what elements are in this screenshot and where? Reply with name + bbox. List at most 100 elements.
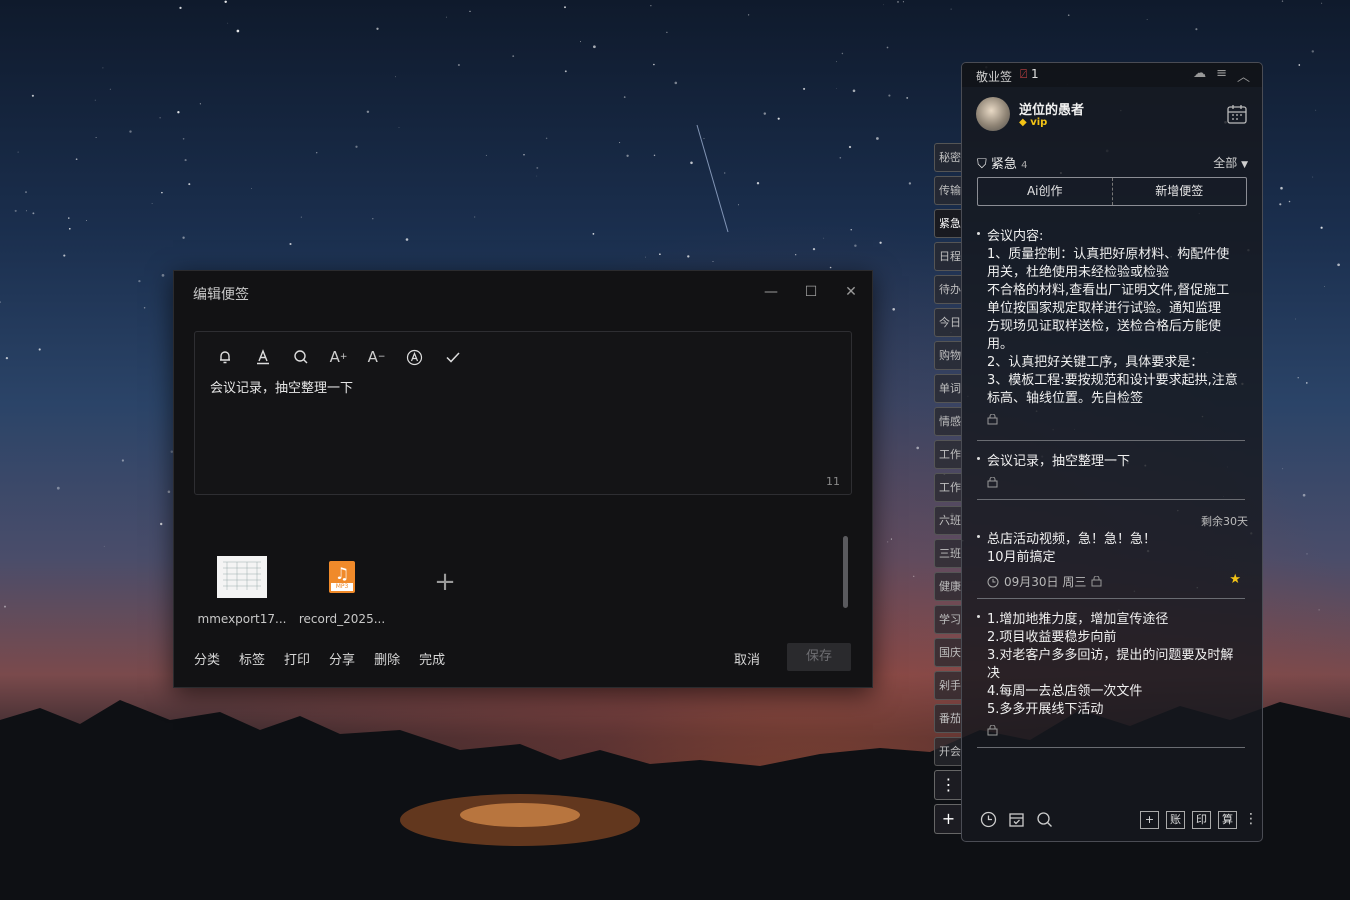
note-date: 09月30日 周三 [1004,575,1087,589]
star-icon[interactable]: ★ [1229,572,1241,587]
calendar-icon[interactable] [1226,103,1248,125]
font-decrease-icon[interactable]: A − [365,346,388,368]
panel-top-icons: ☁ ≡ ︿ [1193,66,1250,85]
tab-tomato[interactable]: 番茄 [934,704,962,733]
notification-icon: ⍁ [1020,67,1028,81]
note-body: 1.增加地推力度，增加宣传途径 2.项目收益要稳步向前 3.对老客户多多回访，提… [987,611,1245,719]
more-vertical-icon[interactable]: ⋮ [1244,811,1258,827]
panel-bottom-bar: + 账 印 算 ⋮ [962,801,1262,841]
category-name: 紧急 [990,157,1017,172]
more-vertical-icon[interactable]: ⋮ [934,770,962,800]
current-category[interactable]: ⛉ 紧急 4 [977,153,1027,172]
lock-icon[interactable] [987,476,998,488]
tag-button[interactable]: 标签 [239,649,265,668]
note-item[interactable]: 1.增加地推力度，增加宣传途径 2.项目收益要稳步向前 3.对老客户多多回访，提… [977,611,1245,748]
note-line: 2、认真把好关键工序，具体要求是： [987,355,1204,370]
note-editor[interactable]: A + A − 会议记录，抽空整理一下 11 [194,331,852,495]
tab-shopping[interactable]: 购物 [934,341,962,370]
accounting-button[interactable]: 账 [1166,811,1185,829]
tab-emotion[interactable]: 情感 [934,407,962,436]
tab-work-2[interactable]: 工作 [934,473,962,502]
search-icon[interactable] [1036,811,1053,828]
maximize-icon[interactable]: ☐ [799,281,823,303]
minimize-icon[interactable]: — [759,281,783,303]
calculator-button[interactable]: 算 [1218,811,1237,829]
share-button[interactable]: 分享 [329,649,355,668]
cloud-sync-icon[interactable]: ☁ [1193,66,1206,85]
tab-words[interactable]: 单词 [934,374,962,403]
cancel-button[interactable]: 取消 [734,649,760,668]
app-name: 敬业签 [976,70,1013,84]
bullet [977,615,980,618]
text-style-icon[interactable] [403,346,426,368]
print-button[interactable]: 打印 [284,649,310,668]
close-icon[interactable]: ✕ [839,281,863,303]
new-note-button[interactable]: 新增便签 [1113,178,1247,205]
filter-label: 全部 [1213,156,1238,170]
notification-count: 1 [1031,67,1039,81]
menu-icon[interactable]: ≡ [1216,66,1227,85]
note-item[interactable]: 总店活动视频，急！急！急！ 10月前搞定 09月30日 周三 ★ [977,531,1245,599]
note-item[interactable]: 会议内容: 1、质量控制：认真把好原材料、构配件使 用关，杜绝使用未经检验或检验… [977,228,1245,441]
avatar[interactable] [976,97,1010,131]
lock-icon[interactable] [987,724,998,736]
check-icon[interactable] [441,346,464,368]
user-name: 逆位的愚者 [1019,103,1085,118]
save-button[interactable]: 保存 [787,643,851,671]
text-color-icon[interactable] [251,346,274,368]
lock-icon[interactable] [1091,576,1102,587]
panel-title-bar[interactable]: 敬业签 ⍁ 1 ☁ ≡ ︿ [962,63,1262,87]
tab-transfer[interactable]: 传输 [934,176,962,205]
note-line: 3、模板工程:要按规范和设计要求起拱,注意 [987,373,1238,388]
note-line: 标高、轴线位置。先自检签 [987,391,1144,406]
search-icon[interactable] [289,346,312,368]
edit-note-window: 编辑便签 — ☐ ✕ A + A − 会议记录，抽空整理一下 11 mmexpo… [173,270,873,688]
ai-create-button[interactable]: Ai创作 [978,178,1113,205]
note-line: 不合格的材料,查看出厂证明文件,督促施工 [987,283,1230,298]
category-count: 4 [1021,160,1028,171]
note-line: 5.多多开展线下活动 [987,702,1104,717]
tab-work-1[interactable]: 工作 [934,440,962,469]
add-category-button[interactable]: + [934,804,962,834]
tab-secret[interactable]: 秘密 [934,143,962,172]
chevron-down-icon: ▼ [1241,160,1248,170]
tab-schedule[interactable]: 日程 [934,242,962,271]
collapse-icon[interactable]: ︿ [1237,66,1250,85]
complete-button[interactable]: 完成 [419,649,445,668]
add-button[interactable]: + [1140,811,1159,829]
tab-today[interactable]: 今日 [934,308,962,337]
scrollbar[interactable] [843,536,848,608]
tab-health[interactable]: 健康 [934,572,962,601]
filter-dropdown[interactable]: 全部 ▼ [1213,154,1248,171]
tab-meeting[interactable]: 开会 [934,737,962,766]
note-line: 10月前搞定 [987,550,1056,565]
bottom-icons [980,811,1053,828]
note-line: 1、质量控制：认真把好原材料、构配件使 [987,247,1230,262]
audio-file-icon: ♫ MP3 [329,561,355,593]
tab-class-three[interactable]: 三班 [934,539,962,568]
category-button[interactable]: 分类 [194,649,220,668]
font-increase-icon[interactable]: A + [327,346,350,368]
clock-icon[interactable] [980,811,997,828]
attachment-audio[interactable]: ♫ MP3 record_2025... [297,556,387,626]
tab-todo[interactable]: 待办 [934,275,962,304]
tab-national-day[interactable]: 国庆 [934,638,962,667]
calendar-box-icon[interactable] [1008,811,1025,828]
note-line: 单位按国家规定取样进行试验。通知监理 [987,301,1222,316]
bell-icon[interactable] [213,346,236,368]
attachment-image[interactable]: mmexport17... [197,556,287,626]
tab-study[interactable]: 学习 [934,605,962,634]
char-count: 11 [826,475,840,488]
note-text[interactable]: 会议记录，抽空整理一下 [210,377,353,396]
note-line: 用关，杜绝使用未经检验或检验 [987,265,1170,280]
print-button[interactable]: 印 [1192,811,1211,829]
lock-icon[interactable] [987,413,998,425]
delete-button[interactable]: 删除 [374,649,400,668]
tab-urgent[interactable]: 紧急 [934,209,962,238]
vip-label: vip [1030,117,1048,128]
note-item[interactable]: 会议记录，抽空整理一下 [977,453,1245,500]
tab-shopping-spree[interactable]: 剁手 [934,671,962,700]
add-attachment-button[interactable]: + [434,569,456,595]
tab-class-six[interactable]: 六班 [934,506,962,535]
notification[interactable]: ⍁ 1 [1020,67,1039,82]
